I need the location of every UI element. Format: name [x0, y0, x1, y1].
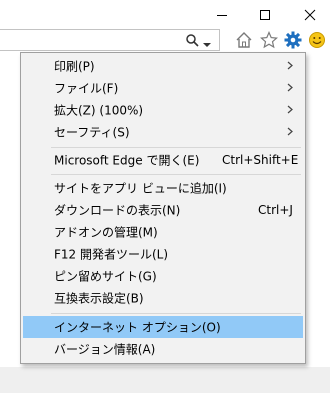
search-icon[interactable]: [185, 33, 199, 50]
menu-item-f12-devtools[interactable]: F12 開発者ツール(L): [23, 243, 303, 265]
chevron-right-icon: [287, 103, 293, 117]
menu-item-label: バージョン情報(A): [54, 342, 156, 357]
menu-item-add-app-view[interactable]: サイトをアプリ ビューに追加(I): [23, 177, 303, 199]
minimize-icon: [217, 15, 227, 16]
menu-item-shortcut: Ctrl+J: [258, 203, 293, 217]
status-area: [0, 367, 330, 393]
chevron-right-icon: [287, 125, 293, 139]
menu-item-manage-addons[interactable]: アドオンの管理(M): [23, 221, 303, 243]
menu-item-label: ファイル(F): [54, 81, 119, 96]
gear-icon[interactable]: [283, 30, 303, 50]
maximize-button[interactable]: [250, 4, 280, 26]
menu-item-label: 印刷(P): [54, 59, 95, 74]
menu-item-print[interactable]: 印刷(P): [23, 55, 303, 77]
menu-item-label: アドオンの管理(M): [54, 225, 158, 240]
tools-menu: 印刷(P) ファイル(F) 拡大(Z) (100%) セーフティ(S) Micr…: [20, 52, 306, 364]
close-button[interactable]: [295, 4, 325, 26]
menu-item-zoom[interactable]: 拡大(Z) (100%): [23, 99, 303, 121]
menu-item-label: 互換表示設定(B): [54, 291, 144, 306]
menu-item-label: 拡大(Z) (100%): [54, 103, 144, 118]
menu-separator: [51, 313, 301, 314]
menu-item-label: F12 開発者ツール(L): [54, 247, 169, 262]
menu-item-view-downloads[interactable]: ダウンロードの表示(N) Ctrl+J: [23, 199, 303, 221]
menu-item-about[interactable]: バージョン情報(A): [23, 338, 303, 360]
menu-item-label: サイトをアプリ ビューに追加(I): [54, 181, 227, 196]
menu-item-label: セーフティ(S): [54, 125, 130, 140]
address-bar[interactable]: [0, 29, 220, 51]
menu-item-pinned-sites[interactable]: ピン留めサイト(G): [23, 265, 303, 287]
star-icon[interactable]: [259, 30, 279, 50]
home-icon[interactable]: [234, 30, 254, 50]
menu-item-label: インターネット オプション(O): [54, 320, 221, 335]
chevron-down-icon[interactable]: [203, 37, 211, 51]
menu-item-file[interactable]: ファイル(F): [23, 77, 303, 99]
minimize-button[interactable]: [207, 4, 237, 26]
menu-separator: [51, 174, 301, 175]
smiley-icon[interactable]: [307, 30, 327, 50]
menu-item-safety[interactable]: セーフティ(S): [23, 121, 303, 143]
menu-item-label: ダウンロードの表示(N): [54, 203, 181, 218]
menu-separator: [51, 147, 301, 148]
maximize-icon: [260, 10, 270, 20]
menu-item-compat-view[interactable]: 互換表示設定(B): [23, 287, 303, 309]
menu-item-open-in-edge[interactable]: Microsoft Edge で開く(E) Ctrl+Shift+E: [23, 149, 303, 171]
chevron-right-icon: [287, 59, 293, 73]
close-icon: [304, 9, 316, 21]
chevron-right-icon: [287, 81, 293, 95]
menu-item-internet-options[interactable]: インターネット オプション(O): [23, 316, 303, 338]
menu-item-label: Microsoft Edge で開く(E): [54, 153, 200, 168]
menu-item-shortcut: Ctrl+Shift+E: [222, 153, 299, 167]
menu-item-label: ピン留めサイト(G): [54, 269, 157, 284]
